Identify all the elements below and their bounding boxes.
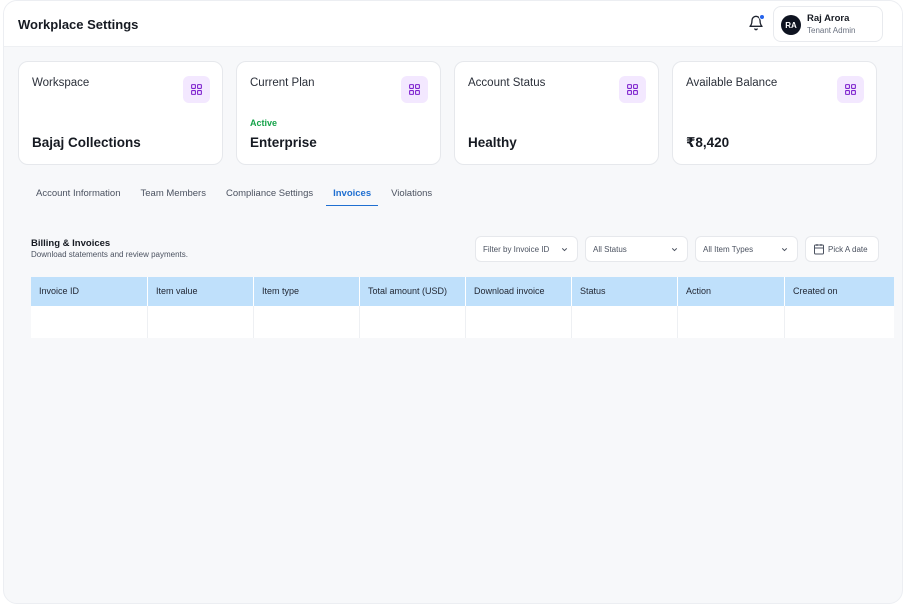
- page-title: Workplace Settings: [18, 17, 139, 32]
- available-balance-card: Available Balance ₹8,420: [672, 61, 877, 165]
- column-header-created-on[interactable]: Created on: [785, 277, 894, 306]
- chevron-down-icon: [781, 248, 788, 252]
- user-menu[interactable]: RA Raj Arora Tenant Admin: [773, 6, 883, 42]
- workspace-card: Workspace Bajaj Collections: [18, 61, 223, 165]
- table-cell: [572, 306, 678, 338]
- table-cell: [678, 306, 785, 338]
- chevron-down-icon: [671, 248, 678, 252]
- table-cell: [31, 306, 148, 338]
- settings-tabs: Account Information Team Members Complia…: [29, 185, 445, 207]
- date-picker[interactable]: Pick A date: [805, 236, 879, 262]
- app-window: Workplace Settings RA Raj Arora Tenant A…: [3, 0, 903, 604]
- invoices-table: Invoice ID Item value Item type Total am…: [31, 277, 894, 338]
- item-type-filter-label: All Item Types: [703, 245, 754, 254]
- column-header-item-value[interactable]: Item value: [148, 277, 254, 306]
- section-title: Billing & Invoices: [31, 238, 111, 249]
- table-cell: [360, 306, 466, 338]
- tab-invoices[interactable]: Invoices: [326, 185, 379, 206]
- card-value: Enterprise: [250, 135, 317, 150]
- column-header-status[interactable]: Status: [572, 277, 678, 306]
- avatar: RA: [781, 15, 801, 35]
- grid-icon: [837, 76, 864, 103]
- status-filter[interactable]: All Status: [585, 236, 688, 262]
- card-value: Bajaj Collections: [32, 135, 141, 150]
- table-cell: [254, 306, 360, 338]
- user-role: Tenant Admin: [807, 26, 856, 35]
- calendar-icon: [814, 244, 824, 255]
- status-filter-label: All Status: [593, 245, 627, 254]
- plan-status-badge: Active: [250, 118, 278, 128]
- table-header: Invoice ID Item value Item type Total am…: [31, 277, 894, 306]
- column-header-download-invoice[interactable]: Download invoice: [466, 277, 572, 306]
- table-cell: [785, 306, 894, 338]
- column-header-item-type[interactable]: Item type: [254, 277, 360, 306]
- card-label: Available Balance: [686, 77, 778, 89]
- card-label: Current Plan: [250, 77, 315, 89]
- card-label: Workspace: [32, 77, 90, 89]
- user-name: Raj Arora: [807, 13, 850, 24]
- card-value: ₹8,420: [686, 135, 730, 150]
- column-header-action[interactable]: Action: [678, 277, 785, 306]
- tab-team-members[interactable]: Team Members: [134, 185, 213, 206]
- table-cell: [148, 306, 254, 338]
- column-header-invoice-id[interactable]: Invoice ID: [31, 277, 148, 306]
- invoice-id-filter[interactable]: Filter by Invoice ID: [475, 236, 578, 262]
- item-type-filter[interactable]: All Item Types: [695, 236, 798, 262]
- notification-dot: [759, 14, 765, 20]
- account-status-card: Account Status Healthy: [454, 61, 659, 165]
- grid-icon: [619, 76, 646, 103]
- invoice-id-filter-label: Filter by Invoice ID: [483, 245, 550, 254]
- card-label: Account Status: [468, 77, 546, 89]
- chevron-down-icon: [561, 248, 568, 252]
- date-picker-label: Pick A date: [828, 245, 868, 254]
- tab-violations[interactable]: Violations: [384, 185, 439, 206]
- table-row: [31, 306, 894, 338]
- grid-icon: [183, 76, 210, 103]
- tab-account-information[interactable]: Account Information: [29, 185, 128, 206]
- card-value: Healthy: [468, 135, 517, 150]
- grid-icon: [401, 76, 428, 103]
- section-description: Download statements and review payments.: [31, 250, 188, 259]
- current-plan-card: Current Plan Active Enterprise: [236, 61, 441, 165]
- column-header-total-amount[interactable]: Total amount (USD): [360, 277, 466, 306]
- top-bar: Workplace Settings RA Raj Arora Tenant A…: [4, 1, 902, 47]
- tab-compliance-settings[interactable]: Compliance Settings: [219, 185, 320, 206]
- table-cell: [466, 306, 572, 338]
